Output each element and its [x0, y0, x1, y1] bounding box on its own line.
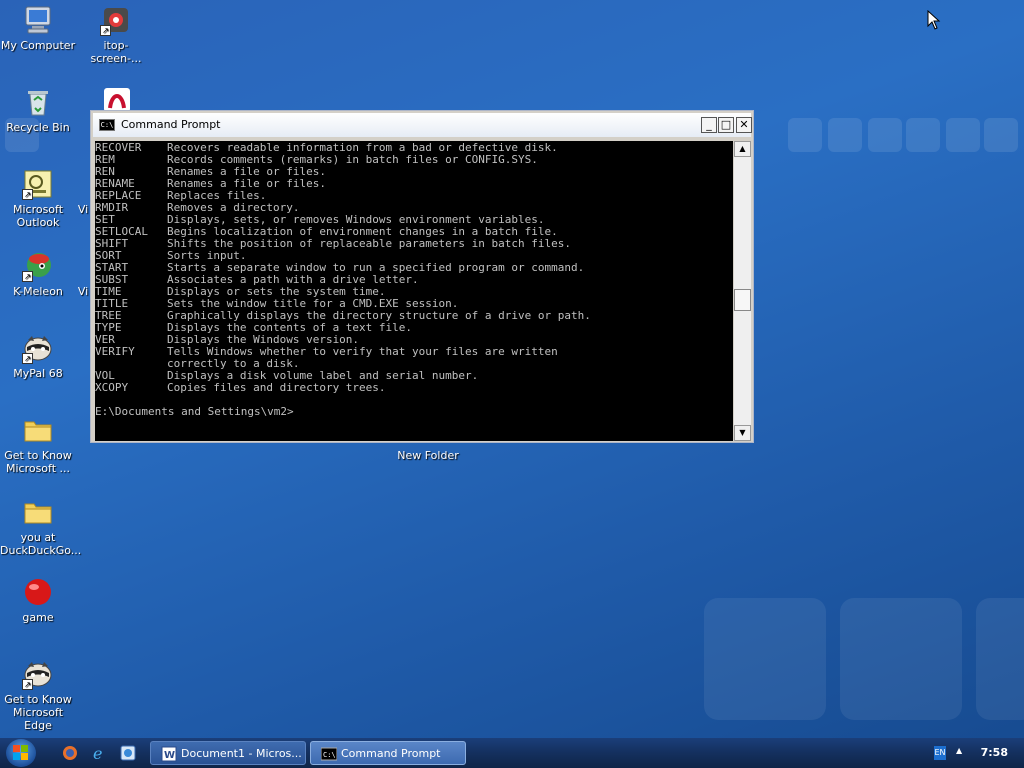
cmd-icon: C:\	[320, 746, 338, 762]
k-meleon-icon: ↗	[22, 250, 54, 282]
command-description: Copies files and directory trees.	[167, 381, 386, 394]
mouse-cursor-icon	[927, 9, 941, 34]
icon-label: K-Meleon	[13, 285, 63, 298]
scroll-up-button[interactable]: ▲	[734, 141, 751, 157]
bg-tile	[976, 598, 1024, 720]
bg-tile	[840, 598, 962, 720]
bg-tile	[828, 118, 862, 152]
language-indicator[interactable]: EN	[934, 746, 946, 760]
taskbar-button-label: Command Prompt	[341, 747, 441, 760]
scroll-thumb[interactable]	[734, 289, 751, 311]
cmd-icon: C:\	[99, 119, 115, 131]
bg-tile	[788, 118, 822, 152]
icon-label: itop-screen-...	[90, 39, 142, 65]
vertical-scrollbar[interactable]: ▲ ▼	[734, 141, 751, 441]
shortcut-arrow-icon: ↗	[22, 353, 33, 364]
desktop-icon-microsoft-outlook[interactable]: ↗ Microsoft Outlook	[0, 168, 76, 229]
bg-tile	[946, 118, 980, 152]
shortcut-arrow-icon: ↗	[22, 271, 33, 282]
bg-tile	[868, 118, 902, 152]
maximize-button[interactable]: □	[718, 117, 734, 133]
folder-icon	[22, 496, 54, 528]
icon-label: game	[22, 611, 54, 624]
window-title: Command Prompt	[121, 118, 221, 131]
shortcut-arrow-icon: ↗	[100, 25, 111, 36]
console-output[interactable]: RECOVER Recovers readable information fro…	[95, 141, 733, 441]
command-name: VERIFY	[95, 345, 135, 358]
icon-label: Recycle Bin	[6, 121, 70, 134]
shortcut-arrow-icon: ↗	[22, 189, 33, 200]
icon-label: MyPal 68	[13, 367, 63, 380]
svg-text:W: W	[164, 750, 175, 761]
desktop-icon-duckduckgo[interactable]: you at DuckDuckGo...	[0, 496, 82, 557]
icon-label: New Folder	[397, 449, 459, 462]
tray-expand-icon[interactable]: ▲	[956, 746, 962, 755]
system-tray: EN ▲ 7:58	[934, 738, 1024, 768]
shortcut-arrow-icon: ↗	[22, 679, 33, 690]
quicklaunch-firefox-icon[interactable]	[62, 745, 78, 761]
taskbar-button-command-prompt[interactable]: C:\ Command Prompt	[310, 741, 466, 765]
bg-tile	[984, 118, 1018, 152]
icon-label: Get to Know Microsoft ...	[4, 449, 72, 475]
red-ball-icon	[22, 576, 54, 608]
svg-text:e: e	[93, 745, 102, 761]
icon-label: you at DuckDuckGo...	[0, 531, 82, 557]
desktop-icon-k-meleon[interactable]: ↗ K-Meleon	[0, 250, 76, 298]
desktop-icon-new-folder[interactable]: New Folder	[390, 449, 466, 462]
outlook-icon: ↗	[22, 168, 54, 200]
folder-icon	[22, 414, 54, 446]
desktop-icon-recycle-bin[interactable]: Recycle Bin	[0, 86, 76, 134]
bg-tile	[704, 598, 826, 720]
svg-text:C:\: C:\	[323, 751, 336, 759]
desktop-icon-get-to-know-edge[interactable]: ↗ Get to Know Microsoft Edge	[0, 658, 76, 732]
minimize-button[interactable]: _	[701, 117, 717, 133]
desktop-icon-my-computer[interactable]: My Computer	[0, 4, 76, 52]
quicklaunch-ie-icon[interactable]: e	[92, 744, 108, 763]
itop-recorder-icon: ↗	[100, 4, 132, 36]
close-button[interactable]: ✕	[736, 117, 752, 133]
start-button[interactable]	[6, 739, 36, 767]
taskbar: e W Document1 - Micros... C:\ Command Pr…	[0, 738, 1024, 768]
clock[interactable]: 7:58	[981, 746, 1008, 759]
icon-label: Get to Know Microsoft Edge	[4, 693, 72, 732]
taskbar-button-document1[interactable]: W Document1 - Micros...	[150, 741, 306, 765]
recycle-bin-icon	[22, 86, 54, 118]
raccoon-icon: ↗	[22, 332, 54, 364]
quicklaunch-explorer-icon[interactable]	[120, 745, 136, 761]
scroll-down-button[interactable]: ▼	[734, 425, 751, 441]
command-prompt-window[interactable]: C:\ Command Prompt _ □ ✕ RECOVER Recovers…	[90, 110, 754, 443]
console-prompt[interactable]: E:\Documents and Settings\vm2>	[95, 406, 294, 418]
desktop-icon-itop-screen[interactable]: ↗ itop-screen-...	[78, 4, 154, 65]
command-name: XCOPY	[95, 381, 129, 394]
word-icon: W	[161, 746, 177, 762]
desktop-icon-get-to-know-1[interactable]: Get to Know Microsoft ...	[0, 414, 76, 475]
desktop-icon-mypal[interactable]: ↗ MyPal 68	[0, 332, 76, 380]
raccoon-icon: ↗	[22, 658, 54, 690]
bg-tile	[906, 118, 940, 152]
icon-label: My Computer	[0, 39, 76, 52]
windows-logo-icon	[13, 745, 28, 760]
computer-icon	[22, 4, 54, 36]
desktop-icon-game[interactable]: game	[0, 576, 76, 624]
window-titlebar[interactable]: C:\ Command Prompt _ □ ✕	[93, 113, 752, 137]
icon-label: Microsoft Outlook	[12, 203, 64, 229]
taskbar-button-label: Document1 - Micros...	[181, 747, 302, 760]
